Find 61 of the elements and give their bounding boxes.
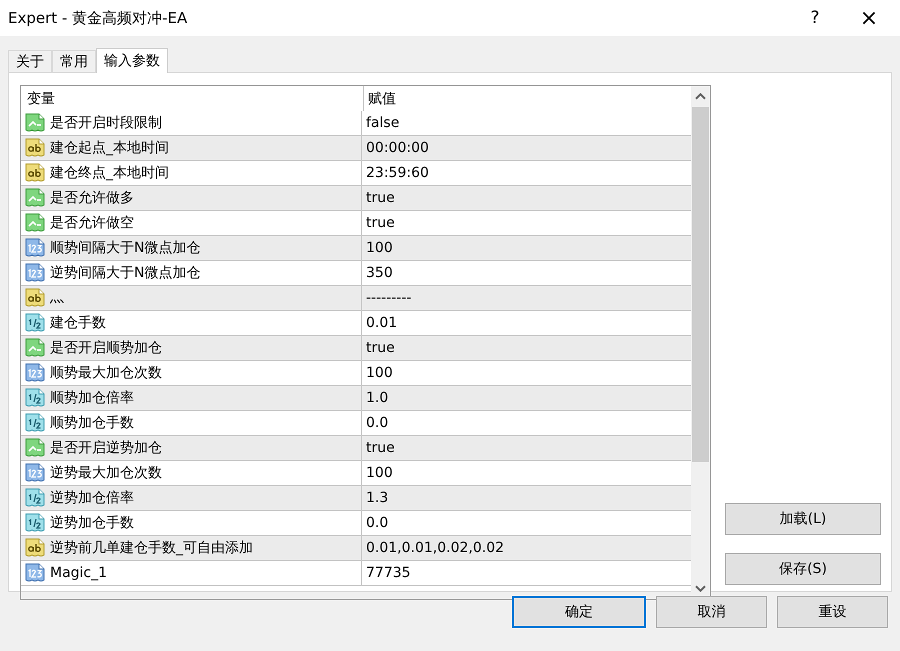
text-icon bbox=[25, 538, 45, 558]
parameter-value: 0.01,0.01,0.02,0.02 bbox=[366, 540, 504, 556]
dialog-button[interactable]: 取消 bbox=[656, 596, 767, 628]
help-button[interactable]: ? bbox=[792, 0, 838, 36]
side-button[interactable]: 加载(L) bbox=[725, 503, 881, 535]
parameter-name: 逆势加仓倍率 bbox=[50, 489, 134, 507]
parameter-name: 建仓手数 bbox=[50, 314, 106, 332]
parameter-value: 100 bbox=[366, 465, 393, 481]
dialog-button[interactable]: 确定 bbox=[512, 596, 646, 628]
parameter-name: 顺势加仓倍率 bbox=[50, 389, 134, 407]
parameter-name: 是否开启顺势加仓 bbox=[50, 339, 162, 357]
parameter-value: true bbox=[366, 440, 395, 456]
parameter-name: 是否开启时段限制 bbox=[50, 114, 162, 132]
parameter-name: 逆势加仓手数 bbox=[50, 514, 134, 532]
tab[interactable]: 常用 bbox=[52, 50, 96, 72]
parameter-value: 100 bbox=[366, 365, 393, 381]
parameter-name: 灬 bbox=[50, 289, 64, 307]
parameter-value: 1.3 bbox=[366, 490, 388, 506]
parameter-value: 00:00:00 bbox=[366, 140, 429, 156]
fraction-icon bbox=[25, 488, 45, 508]
parameter-value: 77735 bbox=[366, 565, 411, 581]
scrollbar-thumb[interactable] bbox=[692, 107, 709, 462]
parameter-name: 是否允许做多 bbox=[50, 189, 134, 207]
parameter-value: true bbox=[366, 215, 395, 231]
parameter-name: 顺势加仓手数 bbox=[50, 414, 134, 432]
switch-icon bbox=[25, 338, 45, 358]
parameter-name: 逆势最大加仓次数 bbox=[50, 464, 162, 482]
parameter-name: 逆势前几单建仓手数_可自由添加 bbox=[50, 539, 253, 557]
switch-icon bbox=[25, 438, 45, 458]
parameter-value: 0.01 bbox=[366, 315, 398, 331]
parameter-name: 是否开启逆势加仓 bbox=[50, 439, 162, 457]
parameter-value: 0.0 bbox=[366, 415, 388, 431]
parameter-value: 23:59:60 bbox=[366, 165, 429, 181]
window-title: Expert - 黄金高频对冲-EA bbox=[8, 8, 188, 28]
parameter-name: 建仓终点_本地时间 bbox=[50, 164, 169, 182]
text-icon bbox=[25, 138, 45, 158]
parameter-name: Magic_1 bbox=[50, 565, 108, 581]
parameter-name: 顺势间隔大于N微点加仓 bbox=[50, 239, 200, 257]
parameter-name: 是否允许做空 bbox=[50, 214, 134, 232]
parameter-value: true bbox=[366, 340, 395, 356]
dialog-button[interactable]: 重设 bbox=[777, 596, 888, 628]
parameter-name: 建仓起点_本地时间 bbox=[50, 139, 169, 157]
tab[interactable]: 关于 bbox=[8, 50, 52, 72]
side-button[interactable]: 保存(S) bbox=[725, 553, 881, 585]
number-icon bbox=[25, 238, 45, 258]
fraction-icon bbox=[25, 388, 45, 408]
column-header: 变量 bbox=[27, 90, 55, 108]
tab[interactable]: 输入参数 bbox=[96, 48, 168, 73]
parameter-name: 逆势间隔大于N微点加仓 bbox=[50, 264, 200, 282]
parameter-value: 100 bbox=[366, 240, 393, 256]
close-button[interactable]: × bbox=[846, 0, 892, 36]
text-icon bbox=[25, 288, 45, 308]
parameter-value: 1.0 bbox=[366, 390, 388, 406]
parameter-value: 0.0 bbox=[366, 515, 388, 531]
parameter-value: --------- bbox=[366, 290, 412, 306]
switch-icon bbox=[25, 188, 45, 208]
parameter-value: true bbox=[366, 190, 395, 206]
parameter-name: 顺势最大加仓次数 bbox=[50, 364, 162, 382]
column-header: 赋值 bbox=[368, 90, 396, 108]
parameter-value: false bbox=[366, 115, 400, 131]
parameter-value: 350 bbox=[366, 265, 393, 281]
